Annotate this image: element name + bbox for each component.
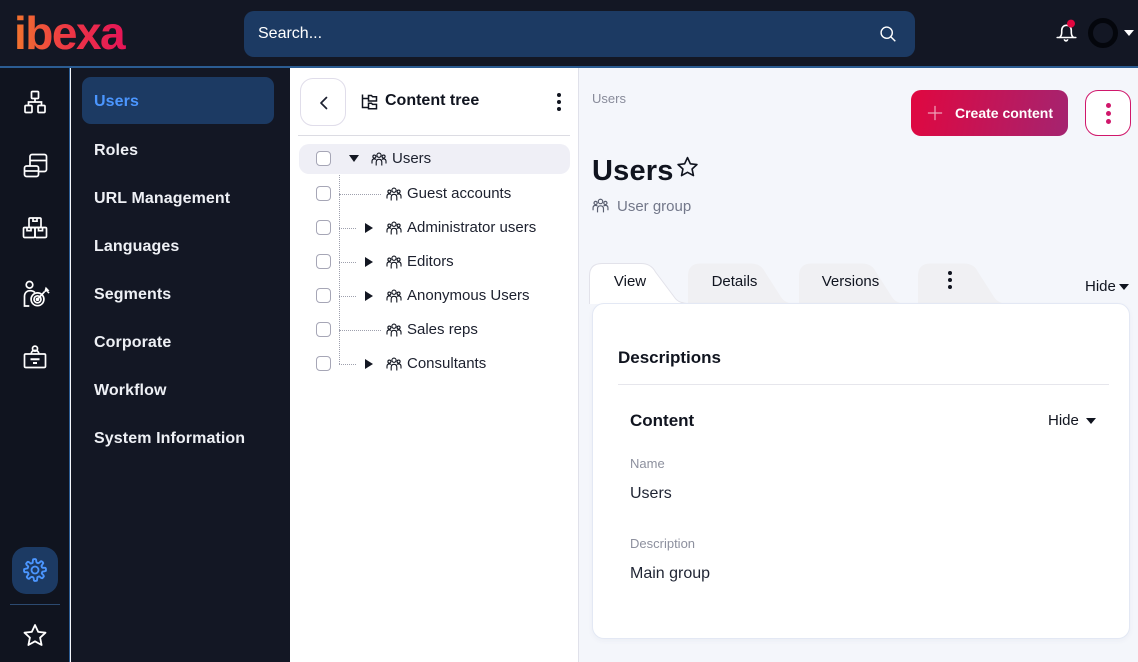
svg-text:ibexa: ibexa	[14, 13, 126, 57]
